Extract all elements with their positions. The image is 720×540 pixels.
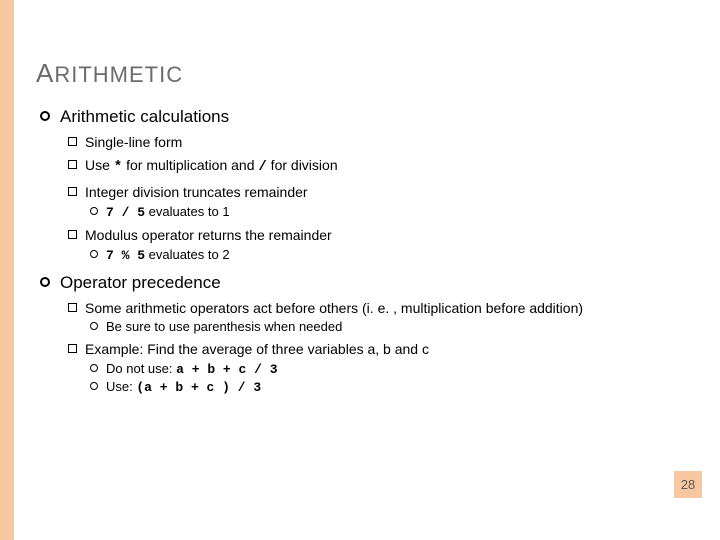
bullet-circle-icon	[40, 277, 50, 287]
bullet-square-icon	[68, 187, 77, 196]
bullet-circle-small-icon	[90, 322, 98, 330]
bullet-square-icon	[68, 160, 77, 169]
list-item: Use * for multiplication and / for divis…	[85, 156, 338, 177]
bullet-square-icon	[68, 137, 77, 146]
content-list: Arithmetic calculations Single-line form…	[40, 107, 684, 395]
bullet-circle-small-icon	[90, 207, 98, 215]
accent-bar	[0, 0, 14, 540]
section-heading: Operator precedence	[60, 273, 221, 293]
list-item: Single-line form	[85, 133, 182, 152]
bullet-square-icon	[68, 303, 77, 312]
bullet-square-icon	[68, 344, 77, 353]
bullet-circle-small-icon	[90, 250, 98, 258]
title-rest: RITHMETIC	[54, 62, 183, 87]
section-heading: Arithmetic calculations	[60, 107, 229, 127]
title-first-letter: A	[36, 58, 54, 88]
page-title: ARITHMETIC	[36, 58, 684, 89]
list-item: 7 % 5 evaluates to 2	[106, 247, 230, 263]
page-number: 28	[674, 471, 702, 498]
list-item: Do not use: a + b + c / 3	[106, 361, 278, 377]
bullet-circle-icon	[40, 111, 50, 121]
list-item: Modulus operator returns the remainder	[85, 226, 332, 245]
list-item: Integer division truncates remainder	[85, 183, 308, 202]
bullet-circle-small-icon	[90, 382, 98, 390]
list-item: Use: (a + b + c ) / 3	[106, 379, 261, 395]
list-item: Example: Find the average of three varia…	[85, 340, 429, 359]
slide-content: ARITHMETIC Arithmetic calculations Singl…	[36, 58, 684, 405]
list-item: Be sure to use parenthesis when needed	[106, 319, 342, 334]
list-item: 7 / 5 evaluates to 1	[106, 204, 230, 220]
list-item: Some arithmetic operators act before oth…	[85, 299, 583, 318]
bullet-circle-small-icon	[90, 364, 98, 372]
bullet-square-icon	[68, 230, 77, 239]
